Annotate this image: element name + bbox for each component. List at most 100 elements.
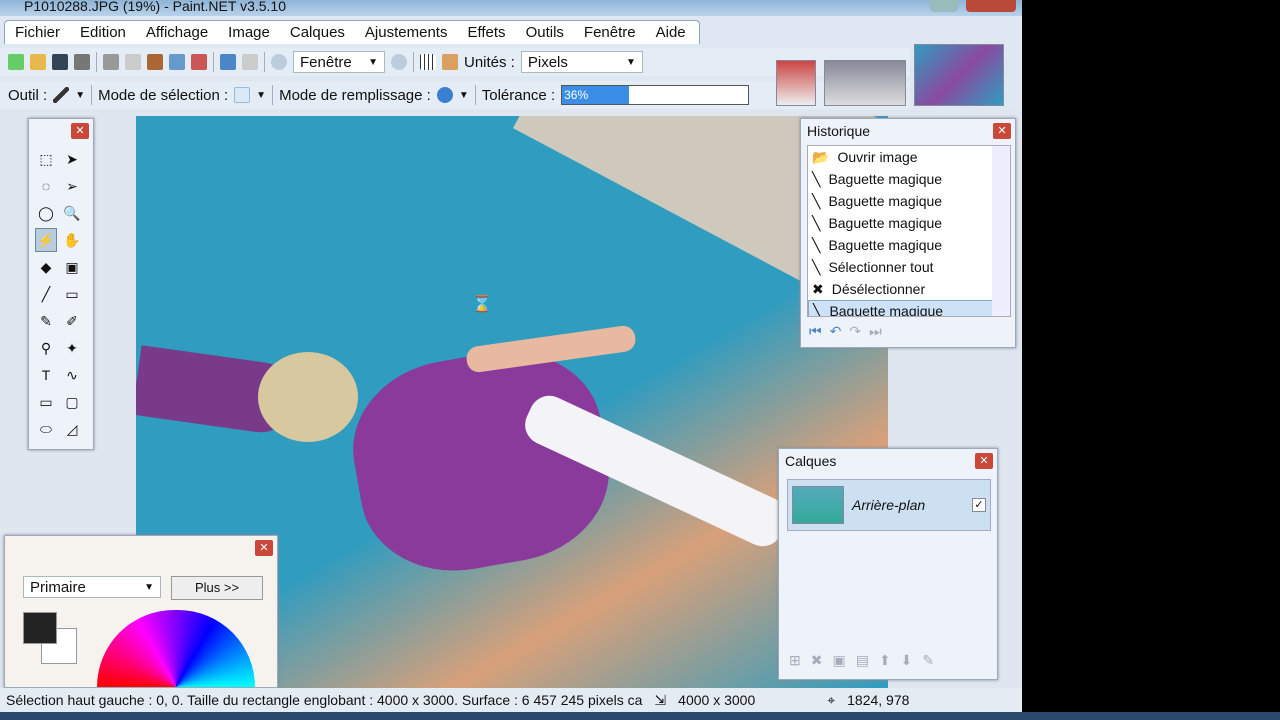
chevron-down-icon[interactable]: ▼ [459,90,469,101]
move-up-icon[interactable]: ⬆ [879,652,891,669]
layer-thumbnail [792,486,844,524]
chevron-down-icon[interactable]: ▼ [256,90,266,101]
globe-icon[interactable] [437,87,453,103]
close-colors-button[interactable]: ✕ [255,540,273,556]
history-item[interactable]: ╲Baguette magique [808,190,1010,212]
recolor-icon[interactable]: ✦ [61,336,83,360]
history-scrollbar[interactable] [992,146,1010,316]
line-curve-icon[interactable]: ∿ [61,363,83,387]
clone-stamp-icon[interactable]: ⚲ [35,336,57,360]
cut-icon[interactable] [103,54,119,70]
paste-icon[interactable] [147,54,163,70]
color-mode-select[interactable]: Primaire▼ [23,576,161,598]
menu-outils[interactable]: Outils [516,24,574,41]
maximize-button[interactable] [930,0,958,12]
move-selected-icon[interactable]: ➢ [61,174,83,198]
rounded-rectangle-icon[interactable]: ▢ [61,390,83,414]
move-down-icon[interactable]: ⬇ [901,652,913,669]
selection-mode-icon[interactable] [234,87,250,103]
ellipse-icon[interactable]: ⬭ [35,417,57,441]
close-history-button[interactable]: ✕ [993,123,1011,139]
move-selection-icon[interactable]: ➤ [61,147,83,171]
grid-icon[interactable] [420,54,436,70]
ruler-icon[interactable] [442,54,458,70]
crop-icon[interactable] [169,54,185,70]
history-item[interactable]: ╲Baguette magique [808,212,1010,234]
last-step-icon[interactable]: ⏭ [869,323,882,340]
text-icon[interactable]: T [35,363,57,387]
new-icon[interactable] [8,54,24,70]
copy-icon[interactable] [125,54,141,70]
image-thumbnail[interactable] [776,60,816,106]
save-icon[interactable] [52,54,68,70]
menu-affichage[interactable]: Affichage [136,24,218,41]
history-item[interactable]: ╲Baguette magique [808,234,1010,256]
menu-fichier[interactable]: Fichier [5,24,70,41]
pencil-icon[interactable]: ✎ [35,309,57,333]
cursor-position-icon: ⌖ [827,692,835,709]
duplicate-layer-icon[interactable]: ▣ [832,652,845,669]
history-item[interactable]: 📂Ouvrir image [808,146,1010,168]
color-picker-icon[interactable]: ✐ [61,309,83,333]
ellipse-select-icon[interactable]: ◯ [35,201,57,225]
layer-properties-icon[interactable]: ✎ [922,652,934,669]
color-wheel[interactable] [97,610,255,687]
history-item-icon: ╲ [812,171,820,188]
separator [213,52,214,72]
menu-calques[interactable]: Calques [280,24,355,41]
magic-wand-icon[interactable] [53,87,69,103]
pan-icon[interactable]: ✋ [61,228,83,252]
more-colors-button[interactable]: Plus >> [171,576,263,600]
redo-icon[interactable]: ↷ [849,323,861,340]
tolerance-slider[interactable]: 36% [561,85,749,105]
separator [413,52,414,72]
layer-visibility-checkbox[interactable]: ✓ [972,498,986,512]
image-thumbnails [766,48,1022,110]
close-tools-button[interactable]: ✕ [71,123,89,139]
undo-icon[interactable] [220,54,236,70]
history-item[interactable]: ╲Baguette magique [808,168,1010,190]
redo-icon[interactable] [242,54,258,70]
zoom-out-icon[interactable] [271,54,287,70]
menu-ajustements[interactable]: Ajustements [355,24,458,41]
history-item[interactable]: ✖Désélectionner [808,278,1010,300]
rectangle-select-icon[interactable]: ⬚ [35,147,57,171]
delete-layer-icon[interactable]: ✖ [811,652,823,669]
undo-icon[interactable]: ↶ [830,323,842,340]
zoom-select[interactable]: Fenêtre▼ [293,51,385,73]
history-item[interactable]: ╲Sélectionner tout [808,256,1010,278]
magic-wand-icon[interactable]: ⚡ [35,228,57,252]
print-icon[interactable] [74,54,90,70]
menu-image[interactable]: Image [218,24,280,41]
image-thumbnail-active[interactable] [914,44,1004,106]
eraser-icon[interactable]: ▭ [61,282,83,306]
tolerance-fill: 36% [562,86,629,104]
chevron-down-icon: ▼ [626,57,636,68]
deselect-icon[interactable] [191,54,207,70]
menu-aide[interactable]: Aide [646,24,696,41]
zoom-in-icon[interactable] [391,54,407,70]
gradient-icon[interactable]: ▣ [61,255,83,279]
menu-fenetre[interactable]: Fenêtre [574,24,646,41]
menu-effets[interactable]: Effets [457,24,515,41]
primary-color-swatch[interactable] [23,612,57,644]
chevron-down-icon[interactable]: ▼ [75,90,85,101]
close-window-button[interactable] [966,0,1016,12]
history-item[interactable]: ╲Baguette magique [808,300,1010,317]
freeform-shape-icon[interactable]: ◿ [61,417,83,441]
merge-layer-icon[interactable]: ▤ [856,652,869,669]
first-step-icon[interactable]: ⏮ [809,323,822,340]
add-layer-icon[interactable]: ⊞ [789,652,801,669]
open-icon[interactable] [30,54,46,70]
close-layers-button[interactable]: ✕ [975,453,993,469]
zoom-icon[interactable]: 🔍 [61,201,83,225]
history-item-icon: ╲ [812,259,820,276]
paintbrush-icon[interactable]: ╱ [35,282,57,306]
rectangle-icon[interactable]: ▭ [35,390,57,414]
units-select[interactable]: Pixels▼ [521,51,643,73]
layer-item[interactable]: Arrière-plan ✓ [787,479,991,531]
paint-bucket-icon[interactable]: ◆ [35,255,57,279]
lasso-icon[interactable]: ◌ [35,174,57,198]
image-thumbnail[interactable] [824,60,906,106]
menu-edition[interactable]: Edition [70,24,136,41]
